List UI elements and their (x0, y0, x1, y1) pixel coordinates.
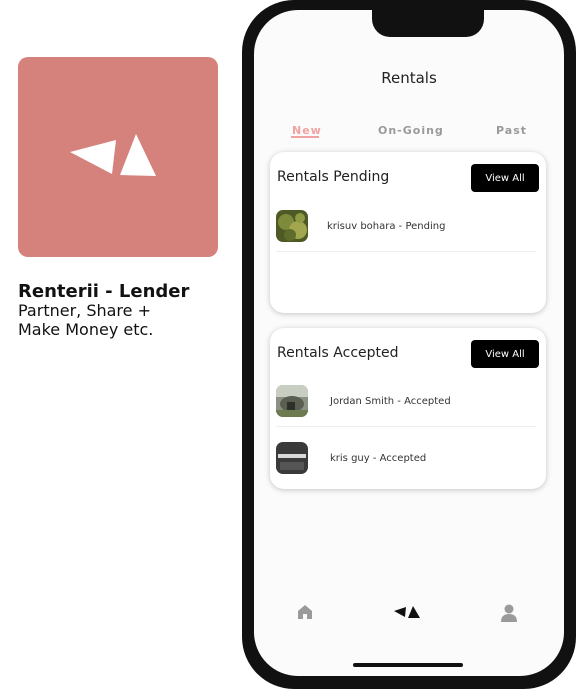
rentals-pending-title: Rentals Pending (277, 169, 390, 185)
tab-on-going[interactable]: On-Going (378, 124, 444, 137)
home-icon[interactable] (297, 604, 313, 624)
tab-past[interactable]: Past (496, 124, 527, 137)
renterii-logo-icon (70, 134, 156, 176)
divider (276, 426, 536, 427)
avatar (276, 385, 308, 417)
avatar (276, 442, 308, 474)
list-item[interactable]: krisuv bohara - Pending (276, 202, 536, 252)
home-indicator (353, 663, 463, 667)
green-foliage-photo (276, 210, 308, 242)
renterii-logo-icon[interactable] (393, 604, 421, 623)
page-title: Rentals (381, 69, 437, 87)
dark-poster-photo (276, 442, 308, 474)
divider (276, 251, 536, 252)
phone-screen: Rentals New On-Going Past Rentals Pendin… (254, 10, 564, 676)
phone-frame: Rentals New On-Going Past Rentals Pendin… (242, 0, 576, 689)
stone-landscape-photo (276, 385, 308, 417)
pending-view-all-button[interactable]: View All (471, 164, 539, 192)
list-item[interactable]: Jordan Smith - Accepted (276, 377, 536, 427)
app-name: Renterii - Lender (18, 281, 190, 302)
rentals-accepted-title: Rentals Accepted (277, 345, 399, 361)
list-item-label: krisuv bohara - Pending (327, 221, 446, 232)
list-item-label: Jordan Smith - Accepted (330, 396, 451, 407)
bottom-tab-bar (254, 600, 564, 630)
profile-icon[interactable] (501, 604, 517, 626)
active-tab-indicator (291, 136, 319, 138)
app-tagline: Partner, Share + Make Money etc. (18, 301, 154, 339)
rentals-accepted-card: Rentals Accepted View All Jordan Smith -… (270, 328, 546, 489)
list-item-label: kris guy - Accepted (330, 453, 427, 464)
accepted-view-all-button[interactable]: View All (471, 340, 539, 368)
avatar (276, 210, 308, 242)
list-item[interactable]: kris guy - Accepted (276, 434, 536, 484)
phone-notch (372, 10, 484, 37)
rentals-pending-card: Rentals Pending View All krisuv bohara -… (270, 152, 546, 313)
app-icon (18, 57, 218, 257)
